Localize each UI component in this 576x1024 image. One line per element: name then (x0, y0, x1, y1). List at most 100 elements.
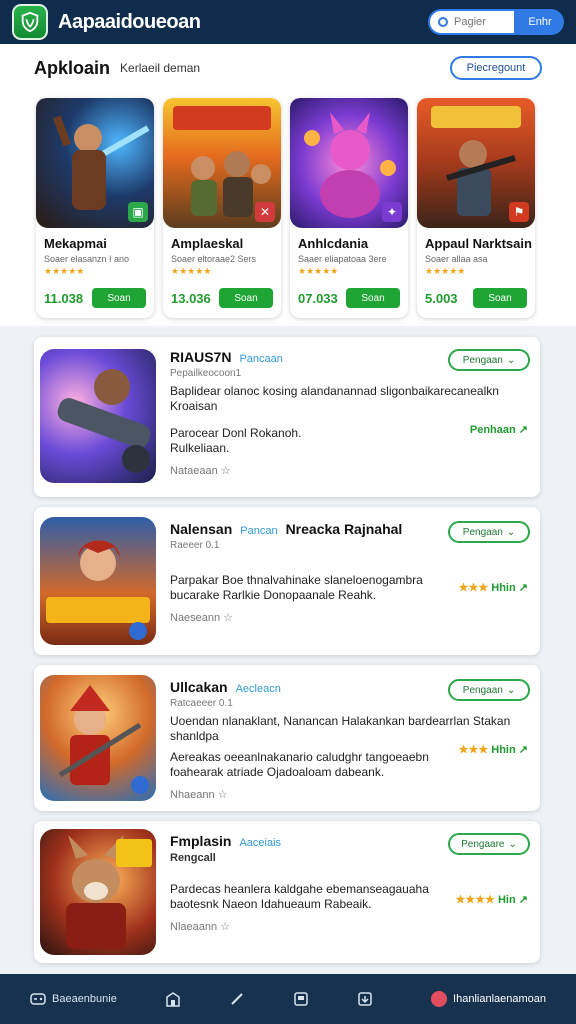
featured-card[interactable]: ▣ Mekapmai Soaer elasanzn I ano ★★★★★ 11… (36, 98, 154, 318)
app-name: Amplaeskal (171, 236, 244, 251)
app-logo[interactable] (12, 4, 48, 40)
star-icon: ☆ (223, 612, 234, 624)
app-description-secondary: Pardecas heanlera kaldgahe ebemanseagaua… (170, 882, 429, 911)
game-thumbnail: ✕ (163, 98, 281, 228)
app-title-extra: Nreacka Rajnahal (285, 521, 403, 537)
app-title: Nalensan (170, 521, 233, 537)
library-icon (294, 992, 308, 1006)
nav-item-downloads[interactable] (357, 991, 373, 1007)
install-button[interactable]: Soan (473, 288, 527, 308)
nav-profile-label: Ihanlianlaenamoan (453, 993, 546, 1005)
shield-leaf-icon (21, 11, 39, 33)
app-list-item[interactable]: Ullcakan Aecleacn Ratcaeeer 0.1 Uoendan … (34, 665, 540, 811)
genre-badge-icon: ⚑ (509, 202, 529, 222)
install-button[interactable]: Soan (219, 288, 273, 308)
search-icon (438, 17, 448, 27)
download-icon (358, 992, 372, 1006)
game-thumbnail (40, 675, 156, 801)
top-bar: Aapaaidoueoan Enhr (0, 0, 576, 44)
app-meta: Soaer eltoraae2 Sers (171, 254, 257, 264)
search-button[interactable]: Enhr (516, 9, 564, 35)
search-input[interactable] (454, 16, 508, 28)
app-note: Nataeaan ☆ (170, 465, 231, 477)
nav-item-home[interactable]: Baeaenbunie (30, 991, 117, 1007)
character-art (58, 685, 149, 794)
rating-link[interactable]: ★★★ Hhin ↗ (459, 743, 528, 756)
chevron-down-icon: ⌄ (508, 838, 517, 850)
nav-item-library[interactable] (293, 991, 309, 1007)
app-description: Uoendan nlanaklant, Nanancan Halakankan … (170, 714, 511, 743)
star-icon: ☆ (217, 789, 228, 801)
nav-item-label: Baeaenbunie (52, 993, 117, 1005)
app-price: 07.033 (298, 290, 338, 306)
get-button[interactable]: Pengaare ⌄ (448, 833, 530, 855)
genre-badge-icon: ▣ (128, 202, 148, 222)
star-icon: ☆ (220, 921, 231, 933)
nav-item-profile[interactable]: Ihanlianlaenamoan (431, 991, 546, 1007)
app-title: RIAUS7N (170, 349, 232, 365)
see-all-button[interactable]: Piecregount (450, 56, 542, 80)
chevron-down-icon: ⌄ (506, 684, 516, 696)
app-note: Nhaeann ☆ (170, 789, 228, 801)
rating-stars: ★★★★★ (425, 266, 466, 276)
app-name: Appaul Narktsain (425, 236, 532, 251)
app-list-item[interactable]: RIAUS7N Pancaan Pepailkeocoon1 Baplidear… (34, 337, 540, 497)
get-button[interactable]: Pengaan ⌄ (448, 679, 530, 701)
app-name: Anhlcdania (298, 236, 369, 251)
arrow-icon: ↗ (518, 894, 528, 906)
search-box[interactable] (428, 9, 516, 35)
game-thumbnail (40, 349, 156, 483)
featured-card[interactable]: ✕ Amplaeskal Soaer eltoraae2 Sers ★★★★★ … (163, 98, 281, 318)
featured-card[interactable]: ✦ Anhlcdania Saaer eliapatoaa 3ere ★★★★★… (290, 98, 408, 318)
game-thumbnail (40, 829, 156, 955)
app-description: Baplidear olanoc kosing alandanannad sli… (170, 384, 499, 413)
app-title: Fmplasin (170, 833, 232, 849)
get-button[interactable]: Pengaan ⌄ (448, 349, 530, 371)
rating-link[interactable]: ★★★★ Hin ↗ (455, 893, 528, 906)
app-note: Nlaeaann ☆ (170, 921, 231, 933)
game-thumbnail: ⚑ (417, 98, 535, 228)
app-description-secondary: Parocear Donl Rokanoh. Rulkeliaan. (170, 426, 302, 455)
app-note: Naeseann ☆ (170, 612, 234, 624)
rating-link[interactable]: ★★★ Hhin ↗ (459, 581, 528, 594)
character-art (46, 540, 150, 640)
search-bar: Enhr (428, 8, 564, 36)
nav-item-store[interactable] (165, 991, 181, 1007)
section-header: Apkloain Kerlaeil deman Piecregount (0, 44, 576, 92)
rating-stars: ★★★★ (455, 894, 495, 906)
app-tag: Pancan (240, 525, 278, 537)
rating-stars: ★★★ (458, 744, 489, 756)
status-link[interactable]: Penhaan ↗ (470, 423, 528, 436)
featured-row: ▣ Mekapmai Soaer elasanzn I ano ★★★★★ 11… (0, 92, 576, 326)
install-button[interactable]: Soan (92, 288, 146, 308)
nav-item-edit[interactable] (229, 991, 245, 1007)
section-subtitle: Kerlaeil deman (120, 61, 201, 75)
app-description-secondary: Parpakar Boe thnalvahinake slaneloenogam… (170, 573, 423, 602)
app-price: 11.038 (44, 290, 84, 306)
game-thumbnail (40, 517, 156, 645)
app-description-secondary: Aereakas oeeanlnakanario caludghr tangoe… (170, 750, 429, 779)
app-tag: Aecleacn (235, 683, 281, 695)
install-button[interactable]: Soan (346, 288, 400, 308)
arrow-icon: ↗ (518, 744, 528, 756)
genre-badge-icon: ✕ (255, 202, 275, 222)
game-thumbnail: ▣ (36, 98, 154, 228)
arrow-icon: ↗ (518, 424, 528, 436)
character-art (57, 369, 151, 473)
character-art (66, 835, 152, 949)
app-title: Aapaaidoueoan (58, 10, 201, 33)
app-list-item[interactable]: Nalensan Pancan Nreacka Rajnahal Raeeer … (34, 507, 540, 655)
gamepad-icon (30, 993, 46, 1005)
app-price: 5.003 (425, 290, 458, 306)
rating-stars: ★★★ (458, 582, 489, 594)
app-list-item[interactable]: Fmplasin Aaceiais Rengcall Pardecas hean… (34, 821, 540, 963)
app-title: Ullcakan (170, 679, 228, 695)
featured-card[interactable]: ⚑ Appaul Narktsain Soaer allaa asa ★★★★★… (417, 98, 535, 318)
section-title: Apkloain (34, 57, 111, 78)
app-tag: Pancaan (239, 353, 283, 365)
genre-badge-icon: ✦ (382, 202, 402, 222)
pencil-icon (231, 993, 243, 1005)
rating-stars: ★★★★★ (44, 266, 85, 276)
get-button[interactable]: Pengaan ⌄ (448, 521, 530, 543)
app-meta: Soaer allaa asa (425, 254, 488, 264)
